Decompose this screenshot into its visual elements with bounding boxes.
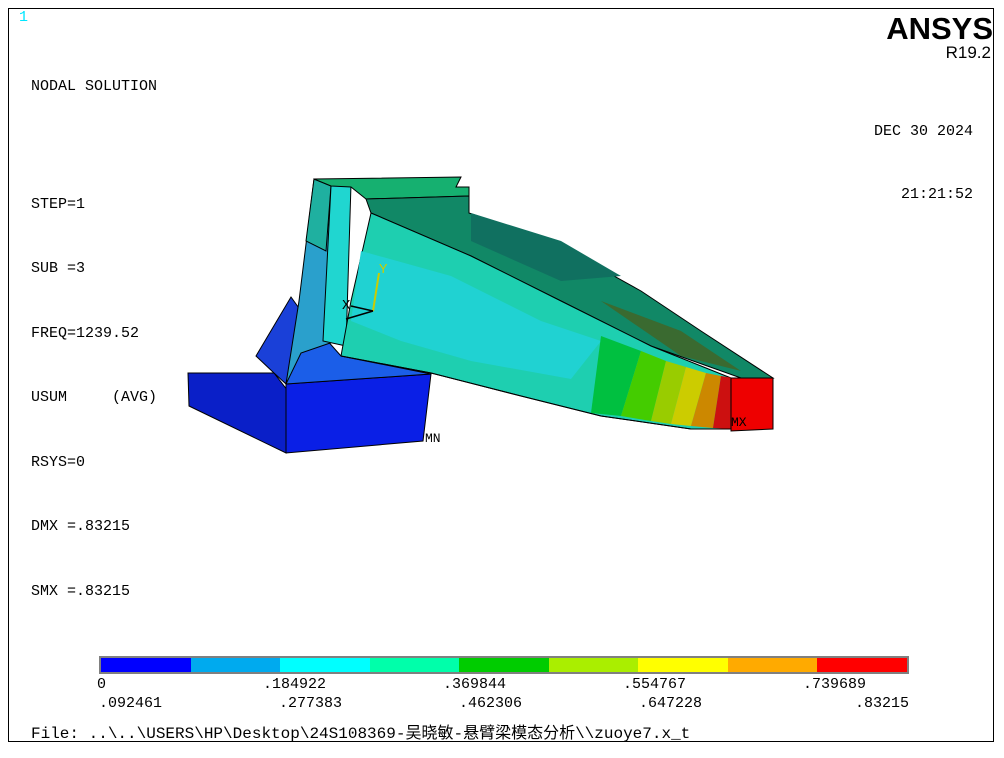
legend-color-segment bbox=[727, 658, 818, 672]
legend-color-segment bbox=[101, 658, 191, 672]
legend-tick-top: 0 bbox=[97, 676, 107, 693]
legend-tick-top: .554767 bbox=[623, 676, 687, 693]
upright-front-upper bbox=[305, 178, 332, 252]
legend-tick-bottom: .83215 bbox=[855, 695, 910, 712]
min-marker: MN bbox=[425, 431, 441, 446]
legend-tick-bottom: .647228 bbox=[639, 695, 703, 712]
file-path-line: File: ..\..\USERS\HP\Desktop\24S108369-吴… bbox=[31, 725, 691, 742]
legend-color-segment bbox=[459, 658, 549, 672]
legend-tick-bottom: .462306 bbox=[459, 695, 523, 712]
legend-tick-bottom: .277383 bbox=[279, 695, 343, 712]
base-left-face bbox=[187, 372, 289, 454]
deformed-model-view[interactable]: Y X MN MX bbox=[9, 9, 994, 742]
legend-tick-top: .739689 bbox=[803, 676, 867, 693]
x-axis-label: X bbox=[342, 298, 351, 314]
legend-color-segment bbox=[190, 658, 281, 672]
base-front-face bbox=[285, 373, 432, 454]
legend-tick-top: .184922 bbox=[263, 676, 327, 693]
max-marker: MX bbox=[731, 415, 747, 430]
legend-color-segment bbox=[548, 658, 639, 672]
legend-color-segment bbox=[817, 658, 907, 672]
contour-legend-bar bbox=[99, 656, 909, 674]
graphics-window[interactable]: 1 NODAL SOLUTION STEP=1 SUB =3 FREQ=1239… bbox=[8, 8, 994, 742]
legend-tick-bottom: .092461 bbox=[99, 695, 163, 712]
legend-color-segment bbox=[280, 658, 370, 672]
y-axis-label: Y bbox=[379, 262, 388, 278]
legend-tick-top: .369844 bbox=[443, 676, 507, 693]
legend-color-segment bbox=[638, 658, 728, 672]
legend-color-segment bbox=[369, 658, 460, 672]
